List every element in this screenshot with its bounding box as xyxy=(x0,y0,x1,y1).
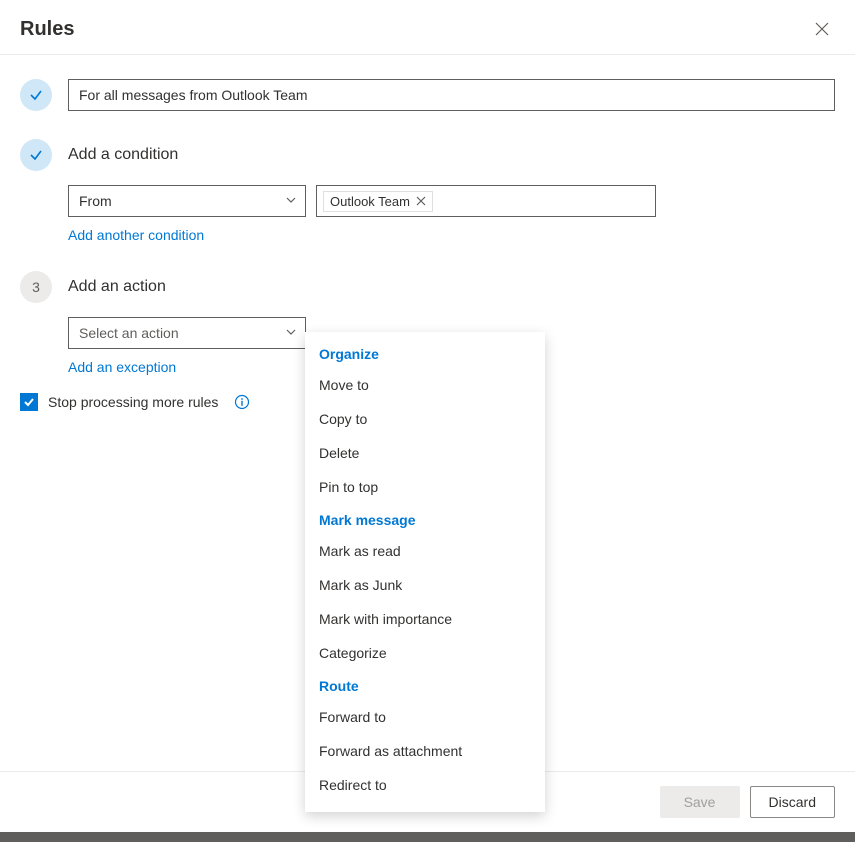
discard-button[interactable]: Discard xyxy=(750,786,835,818)
dropdown-group-header: Mark message xyxy=(305,504,545,534)
dropdown-item[interactable]: Move to xyxy=(305,368,545,402)
background-strip xyxy=(0,832,855,842)
dropdown-group-header: Route xyxy=(305,670,545,700)
check-icon xyxy=(29,88,43,102)
close-icon xyxy=(416,196,426,206)
dropdown-group-header: Organize xyxy=(305,338,545,368)
dropdown-item[interactable]: Mark as read xyxy=(305,534,545,568)
close-button[interactable] xyxy=(809,16,835,42)
chip-remove-button[interactable] xyxy=(416,196,426,206)
rule-name-input[interactable] xyxy=(68,79,835,111)
condition-label: Add a condition xyxy=(68,139,835,171)
dropdown-item[interactable]: Pin to top xyxy=(305,470,545,504)
save-button[interactable]: Save xyxy=(660,786,740,818)
check-icon xyxy=(23,396,35,408)
action-select[interactable]: Select an action xyxy=(68,317,306,349)
close-icon xyxy=(815,22,829,36)
add-exception-link[interactable]: Add an exception xyxy=(68,359,176,375)
step-badge-3: 3 xyxy=(20,271,52,303)
stop-processing-checkbox[interactable] xyxy=(20,393,38,411)
dialog-title: Rules xyxy=(20,18,74,41)
condition-type-value: From xyxy=(79,193,112,209)
action-dropdown: OrganizeMove toCopy toDeletePin to topMa… xyxy=(305,332,545,812)
info-icon[interactable] xyxy=(234,394,250,410)
dropdown-item[interactable]: Delete xyxy=(305,436,545,470)
chip-label: Outlook Team xyxy=(330,194,410,209)
action-label: Add an action xyxy=(68,271,835,303)
step-badge-1 xyxy=(20,79,52,111)
dialog-header: Rules xyxy=(0,0,855,55)
add-another-condition-link[interactable]: Add another condition xyxy=(68,227,204,243)
step-badge-2 xyxy=(20,139,52,171)
dropdown-item[interactable]: Mark as Junk xyxy=(305,568,545,602)
dropdown-item[interactable]: Forward as attachment xyxy=(305,734,545,768)
dropdown-item[interactable]: Categorize xyxy=(305,636,545,670)
dropdown-item[interactable]: Redirect to xyxy=(305,768,545,802)
dropdown-item[interactable]: Mark with importance xyxy=(305,602,545,636)
condition-people-picker[interactable]: Outlook Team xyxy=(316,185,656,217)
chevron-down-icon xyxy=(285,193,297,209)
action-select-placeholder: Select an action xyxy=(79,325,179,341)
check-icon xyxy=(29,148,43,162)
condition-row: Add a condition From Outlook Team xyxy=(20,139,835,243)
dropdown-item[interactable]: Forward to xyxy=(305,700,545,734)
chevron-down-icon xyxy=(285,325,297,341)
people-chip: Outlook Team xyxy=(323,191,433,212)
dropdown-item[interactable]: Copy to xyxy=(305,402,545,436)
rule-name-row xyxy=(20,79,835,111)
condition-type-select[interactable]: From xyxy=(68,185,306,217)
stop-processing-label: Stop processing more rules xyxy=(48,394,218,410)
